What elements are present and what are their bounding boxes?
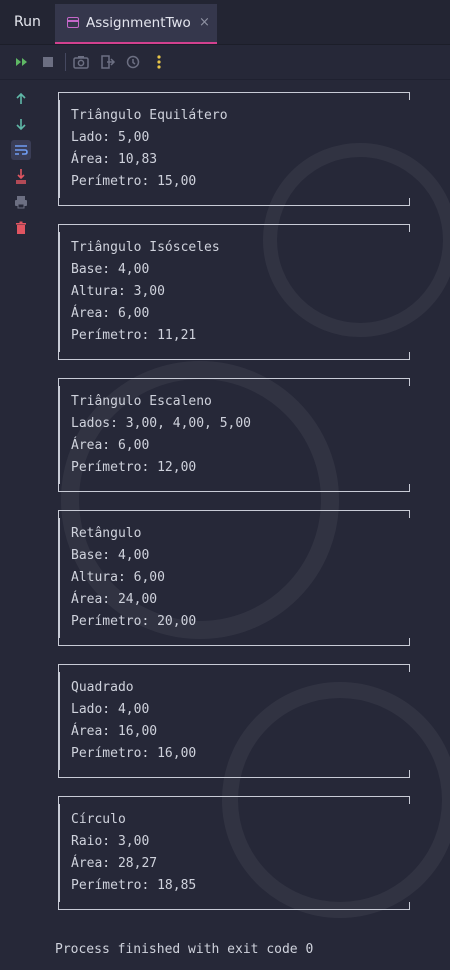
close-icon[interactable]: ×: [199, 15, 210, 30]
card-top-border: [58, 796, 410, 804]
card-line: Área: 24,00: [71, 592, 158, 607]
card-line: Lados: 3,00, 4,00, 5,00: [71, 416, 252, 431]
card-line: Base: 4,00: [71, 548, 150, 563]
output-card-triangulo-isosceles: Triângulo Isósceles Base: 4,00 Altura: 3…: [58, 224, 410, 360]
card-left-border: [58, 232, 60, 352]
toolbar-separator: [65, 53, 66, 71]
card-line: Lado: 4,00: [71, 702, 150, 717]
camera-icon[interactable]: [72, 53, 90, 71]
card-title: Retângulo: [71, 526, 142, 541]
trash-icon[interactable]: [11, 218, 31, 238]
card-line: Área: 10,83: [71, 152, 158, 167]
card-bottom-border: [58, 352, 410, 360]
card-line: Área: 6,00: [71, 438, 150, 453]
card-line: Raio: 3,00: [71, 834, 150, 849]
more-icon[interactable]: [150, 53, 168, 71]
card-title: Triângulo Equilátero: [71, 108, 228, 123]
card-title: Círculo: [71, 812, 126, 827]
card-line: Base: 4,00: [71, 262, 150, 277]
card-line: Área: 28,27: [71, 856, 158, 871]
console-output: Triângulo Equilátero Lado: 5,00 Área: 10…: [40, 80, 450, 970]
card-left-border: [58, 386, 60, 484]
tab-title: AssignmentTwo: [86, 15, 191, 31]
card-bottom-border: [58, 638, 410, 646]
card-left-border: [58, 672, 60, 770]
card-line: Área: 6,00: [71, 306, 150, 321]
card-left-border: [58, 518, 60, 638]
arrow-down-icon[interactable]: [11, 114, 31, 134]
card-line: Perímetro: 11,21: [71, 328, 197, 343]
output-card-triangulo-escaleno: Triângulo Escaleno Lados: 3,00, 4,00, 5,…: [58, 378, 410, 492]
console-side-toolbar: [0, 80, 40, 970]
stop-icon[interactable]: [39, 53, 57, 71]
exit-icon[interactable]: [98, 53, 116, 71]
card-line: Altura: 3,00: [71, 284, 165, 299]
card-top-border: [58, 224, 410, 232]
card-left-border: [58, 100, 60, 198]
card-bottom-border: [58, 902, 410, 910]
rerun-icon[interactable]: [13, 53, 31, 71]
run-label: Run: [14, 14, 41, 30]
card-top-border: [58, 378, 410, 386]
arrow-up-icon[interactable]: [11, 89, 31, 109]
card-title: Quadrado: [71, 680, 134, 695]
card-line: Perímetro: 12,00: [71, 460, 197, 475]
card-line: Área: 16,00: [71, 724, 158, 739]
card-title: Triângulo Escaleno: [71, 394, 212, 409]
card-line: Perímetro: 15,00: [71, 174, 197, 189]
card-line: Perímetro: 16,00: [71, 746, 197, 761]
card-line: Perímetro: 18,85: [71, 878, 197, 893]
output-card-circulo: Círculo Raio: 3,00 Área: 28,27 Perímetro…: [58, 796, 410, 910]
card-left-border: [58, 804, 60, 902]
card-line: Altura: 6,00: [71, 570, 165, 585]
tab-assignmenttwo[interactable]: AssignmentTwo ×: [55, 4, 217, 44]
card-line: Perímetro: 20,00: [71, 614, 197, 629]
settings-icon[interactable]: [124, 53, 142, 71]
card-bottom-border: [58, 198, 410, 206]
run-toolbar: [0, 45, 450, 80]
card-top-border: [58, 664, 410, 672]
scroll-to-end-icon[interactable]: [11, 166, 31, 186]
soft-wrap-icon[interactable]: [11, 140, 31, 160]
process-finished-message: Process finished with exit code 0: [55, 942, 314, 957]
tool-window-header: Run AssignmentTwo ×: [0, 0, 450, 45]
output-card-retangulo: Retângulo Base: 4,00 Altura: 6,00 Área: …: [58, 510, 410, 646]
card-bottom-border: [58, 484, 410, 492]
card-bottom-border: [58, 770, 410, 778]
print-icon[interactable]: [11, 192, 31, 212]
card-top-border: [58, 92, 410, 100]
card-title: Triângulo Isósceles: [71, 240, 220, 255]
run-config-icon: [67, 17, 79, 28]
card-top-border: [58, 510, 410, 518]
output-card-triangulo-equilatero: Triângulo Equilátero Lado: 5,00 Área: 10…: [58, 92, 410, 206]
card-line: Lado: 5,00: [71, 130, 150, 145]
output-card-quadrado: Quadrado Lado: 4,00 Área: 16,00 Perímetr…: [58, 664, 410, 778]
